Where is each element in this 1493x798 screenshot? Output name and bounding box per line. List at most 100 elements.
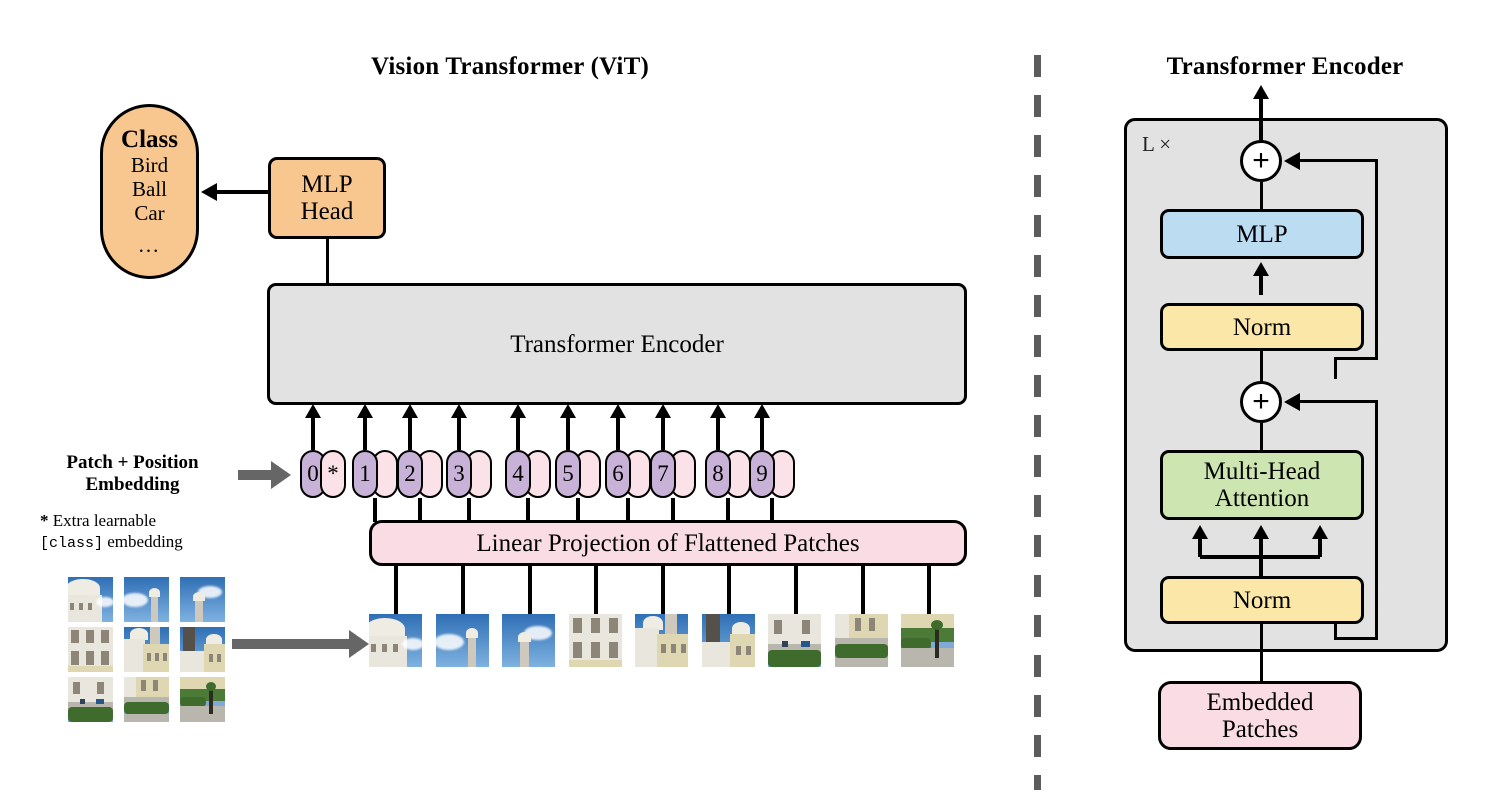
residual-path-top-vertical [1375,160,1378,360]
token-arrowhead [610,404,626,418]
token-index: 8 [705,450,731,498]
source-patch [68,627,113,672]
token-arrowhead [560,404,576,418]
token-capsule: 1 [352,450,398,498]
token-capsule: 4 [505,450,551,498]
token-index: 9 [749,450,775,498]
token-capsule: 9 [749,450,795,498]
flattened-patch-image [835,614,888,667]
source-to-patches-gray-arrow [232,630,369,658]
transformer-encoder-bar-label: Transformer Encoder [510,330,724,358]
mlp-head-box: MLP Head [268,157,386,239]
source-image-patch-grid [68,577,225,722]
multi-head-attention-block: Multi-Head Attention [1160,450,1364,520]
class-ellipsis: ... [138,233,161,258]
mlp-to-plus-line [1260,182,1263,210]
panel-divider [1034,55,1041,790]
qkv-riser-v [1318,536,1322,557]
source-patch [124,627,169,672]
token-arrowhead [754,404,770,418]
token-to-projection-line [418,498,422,522]
projection-to-patch-line [927,566,931,614]
encoder-output-arrowhead [1253,85,1269,99]
residual-add-top: + [1240,140,1282,182]
token-to-projection-line [576,498,580,522]
class-item: Bird [130,153,169,178]
token-to-projection-line [626,498,630,522]
norm-to-mlp-arrowhead [1253,262,1269,276]
token-index: 7 [650,450,676,498]
token-capsule: 8 [705,450,751,498]
qkv-arrowhead-k [1253,525,1269,539]
patch-position-embedding-label-1: Patch + Position [66,452,199,473]
residual-path-top-bottom [1334,357,1378,360]
mlp-head-label-2: Head [300,198,354,225]
token-riser [760,415,764,450]
mha-label-1: Multi-Head [1203,458,1321,485]
projection-to-patch-line [461,566,465,614]
left-panel-title: Vision Transformer (ViT) [371,53,649,80]
token-position-embedding: * [320,450,346,498]
token-to-projection-line [671,498,675,522]
source-patch [180,677,225,722]
right-panel-title: Transformer Encoder [1166,53,1404,80]
linear-projection-label: Linear Projection of Flattened Patches [476,529,860,557]
source-patch [68,677,113,722]
flattened-patch-image [702,614,755,667]
extra-note-class-token: [class] [40,535,104,553]
token-arrowhead [510,404,526,418]
encoder-block-container [1124,118,1448,652]
qkv-arrowhead-q [1192,525,1208,539]
token-riser [566,415,570,450]
projection-to-patch-line [528,566,532,614]
token-capsule: 2 [397,450,443,498]
flattened-patch-image [901,614,954,667]
residual-path-bottom-horizontal [1334,637,1378,640]
class-item: Ball [132,176,167,201]
source-patch [124,677,169,722]
flattened-patch-image [635,614,688,667]
token-arrowhead [655,404,671,418]
source-patch [124,577,169,622]
mlp-block-label: MLP [1236,220,1288,248]
token-to-projection-line [726,498,730,522]
token-riser [661,415,665,450]
mlp-head-label-1: MLP [301,171,353,198]
flattened-patch-image [436,614,489,667]
mha-to-plus-line [1260,423,1263,451]
token-index: 5 [555,450,581,498]
flattened-patch-image [369,614,422,667]
residual-top-arrowhead [1284,152,1300,170]
source-patch [180,627,225,672]
qkv-riser-k [1259,536,1263,576]
encoder-output-line [1259,96,1263,142]
residual-bottom-arrowhead [1284,393,1300,411]
embedded-patches-label-1: Embedded [1206,688,1314,716]
token-capsule: 6 [605,450,651,498]
mlp-to-class-line [217,190,269,194]
linear-projection-bar: Linear Projection of Flattened Patches [369,520,967,566]
extra-note-text-1: Extra learnable [52,511,157,530]
token-riser [363,415,367,450]
residual-path-bottom-down [1334,624,1337,640]
embedded-patches-block: Embedded Patches [1158,681,1362,750]
token-riser [616,415,620,450]
extra-note-asterisk: * [40,511,49,530]
patch-position-embedding-label-2: Embedding [85,473,180,495]
class-item: Car [134,200,165,225]
token-to-projection-line [373,498,377,522]
source-patch [180,577,225,622]
vit-architecture-figure: Vision Transformer (ViT) Transformer Enc… [0,0,1493,798]
token-arrowhead [402,404,418,418]
token-capsule: 7 [650,450,696,498]
extra-learnable-note: * Extra learnable [class] embedding [40,510,255,554]
residual-path-top-down [1334,357,1337,379]
residual-path-top-into-plus [1290,159,1378,162]
projection-to-patch-line [861,566,865,614]
token-riser [457,415,461,450]
projection-to-patch-line [394,566,398,614]
token-to-projection-line [526,498,530,522]
token-arrowhead [451,404,467,418]
token-riser [408,415,412,450]
token-index: 6 [605,450,631,498]
